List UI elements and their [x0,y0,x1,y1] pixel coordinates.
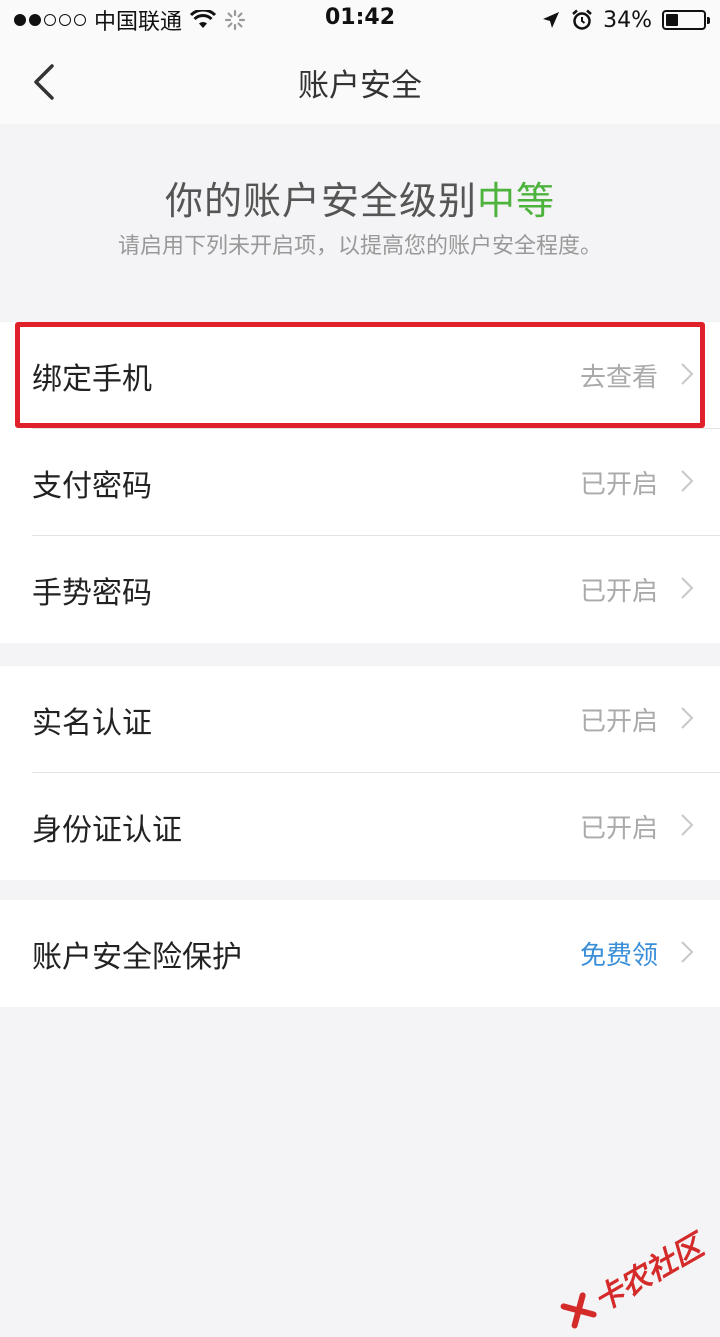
status-bar: 中国联通 01:42 34% [0,0,720,40]
item-label: 手势密码 [32,576,152,611]
list-item-account-insurance[interactable]: 账户安全险保护 免费领 [0,900,720,1007]
security-group-3: 账户安全险保护 免费领 [0,900,720,1007]
chevron-right-icon [681,577,694,599]
list-item-id-card-verification[interactable]: 身份证认证 已开启 [0,773,720,880]
security-level-value: 中等 [477,179,556,223]
item-label: 身份证认证 [32,813,182,848]
watermark-text: 卡农社区 [588,1228,710,1320]
item-label: 账户安全险保护 [32,940,242,975]
security-level-prefix: 你的账户安全级别 [164,179,477,223]
back-button[interactable] [24,58,72,106]
battery-percent: 34% [603,7,652,33]
highlight-annotation-box [15,322,705,428]
security-level-hint: 请启用下列未开启项，以提高您的账户安全程度。 [117,234,602,259]
item-status: 已开启 [579,707,658,737]
chevron-right-icon [681,814,694,836]
chevron-left-icon [34,64,54,100]
item-status: 已开启 [579,814,658,844]
location-arrow-icon [543,12,560,28]
chevron-right-icon [681,941,694,963]
chevron-right-icon [681,707,694,729]
item-status: 已开启 [579,470,658,500]
page-title: 账户安全 [298,68,422,104]
chevron-right-icon [681,470,694,492]
item-status: 免费领 [579,941,658,971]
security-level-heading: 你的账户安全级别中等 [0,170,720,225]
watermark: 卡农社区 [555,1222,710,1337]
item-label: 实名认证 [32,706,152,741]
list-item-payment-password[interactable]: 支付密码 已开启 [0,429,720,536]
nav-bar: 账户安全 [0,40,720,124]
item-label: 支付密码 [32,469,152,504]
status-right: 34% [541,5,710,35]
item-status: 已开启 [579,577,658,607]
security-group-2: 实名认证 已开启 身份证认证 已开启 [0,666,720,880]
list-item-real-name-verification[interactable]: 实名认证 已开启 [0,666,720,773]
battery-icon [662,10,710,30]
alarm-clock-icon [572,9,592,30]
list-item-gesture-password[interactable]: 手势密码 已开启 [0,536,720,643]
